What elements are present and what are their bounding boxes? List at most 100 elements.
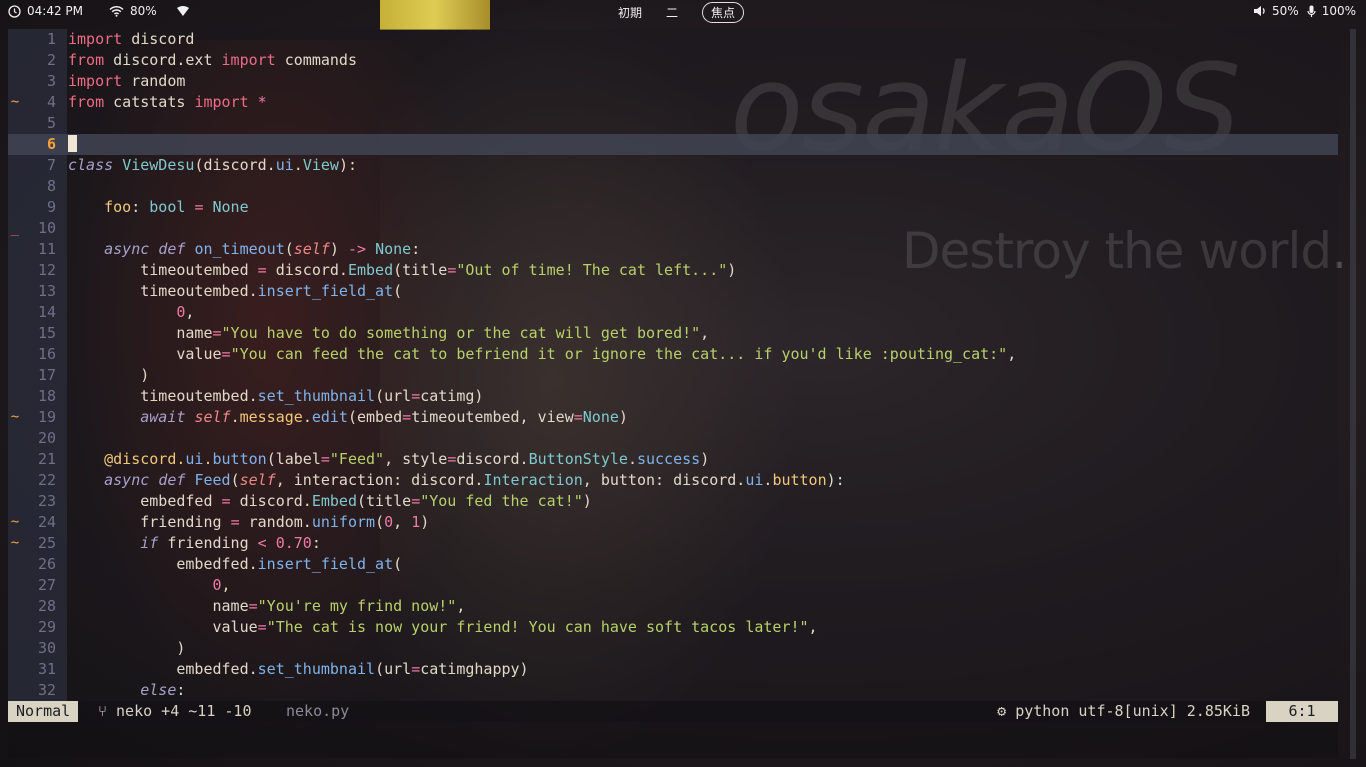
code-token: = xyxy=(257,261,267,279)
code-token: (discord. xyxy=(194,156,276,174)
code-line[interactable]: 30 ) xyxy=(8,638,1338,659)
code-line[interactable]: 20 xyxy=(8,428,1338,449)
code-token: timeoutembed xyxy=(68,261,258,279)
code-line[interactable]: 11 async def on_timeout(self) -> None: xyxy=(8,239,1338,260)
code-token: catimghappy) xyxy=(420,660,529,678)
code-line[interactable]: 13 timeoutembed.insert_field_at( xyxy=(8,281,1338,302)
code-line[interactable]: ~25 if friending < 0.70: xyxy=(8,533,1338,554)
code-line[interactable]: 2 from discord.ext import commands xyxy=(8,50,1338,71)
code-token: ) xyxy=(582,492,592,510)
line-number: 1 xyxy=(46,30,56,48)
code-token: ui xyxy=(745,471,764,489)
code-token: insert_field_at xyxy=(257,555,394,573)
workspace-1[interactable]: 初期 xyxy=(618,4,642,21)
code-line[interactable]: 5 xyxy=(8,113,1338,134)
code-line[interactable]: 21 @discord.ui.button(label="Feed", styl… xyxy=(8,449,1338,470)
code-line[interactable]: _ 10 xyxy=(8,218,1338,239)
code-token: await xyxy=(140,408,186,426)
code-line[interactable]: 32 else: xyxy=(8,680,1338,701)
line-number: 9 xyxy=(46,198,56,216)
code-token: ButtonStyle xyxy=(528,450,628,468)
code-line[interactable]: 12 timeoutembed = discord.Embed(title="O… xyxy=(8,260,1338,281)
line-number: 16 xyxy=(37,345,56,363)
code-line[interactable]: 18 timeoutembed.set_thumbnail(url=catimg… xyxy=(8,386,1338,407)
code-token: "You're my frind now!" xyxy=(257,597,457,615)
code-token: commands xyxy=(275,51,357,69)
code-text: import random xyxy=(68,71,185,92)
code-token: catstats xyxy=(104,93,195,111)
code-token: timeoutembed. xyxy=(68,282,258,300)
file-name: neko.py xyxy=(286,702,350,720)
code-line[interactable]: ~24 friending = random.uniform(0, 1) xyxy=(8,512,1338,533)
mode-indicator: Normal xyxy=(8,701,79,722)
code-token: "You can feed the cat to befriend it or … xyxy=(230,345,1008,363)
code-text: from discord.ext import commands xyxy=(68,50,357,71)
code-line[interactable]: 28 name="You're my frind now!", xyxy=(8,596,1338,617)
code-token: name xyxy=(68,324,213,342)
code-line[interactable]: 29 value="The cat is now your friend! Yo… xyxy=(8,617,1338,638)
file-info: ⚙ python utf-8[unix] 2.85KiB xyxy=(997,701,1250,722)
code-token: name xyxy=(68,597,249,615)
code-token: async xyxy=(104,471,150,489)
python-icon: ⚙ xyxy=(997,702,1016,720)
code-token: -> xyxy=(347,240,367,258)
code-editor[interactable]: 1 import discord 2 from discord.ext import … xyxy=(8,29,1338,701)
code-line[interactable]: 8 xyxy=(8,176,1338,197)
clock-time[interactable]: 04:42 PM xyxy=(27,4,83,18)
command-line[interactable] xyxy=(8,722,1338,758)
code-line[interactable]: 3 import random xyxy=(8,71,1338,92)
code-token: = xyxy=(447,261,457,279)
code-token: None xyxy=(582,408,619,426)
code-token: import xyxy=(194,93,249,111)
code-line[interactable]: 1 import discord xyxy=(8,29,1338,50)
code-token: , xyxy=(185,303,195,321)
code-line[interactable]: 16 value="You can feed the cat to befrie… xyxy=(8,344,1338,365)
code-token: discord xyxy=(122,30,195,48)
git-modified-sign: ~ xyxy=(10,514,20,530)
code-line[interactable]: 26 embedfed.insert_field_at( xyxy=(8,554,1338,575)
code-token: = xyxy=(411,492,421,510)
code-token: ): xyxy=(826,471,845,489)
code-token: message xyxy=(239,408,303,426)
scrollbar[interactable] xyxy=(1350,29,1356,759)
line-number: 8 xyxy=(46,177,56,195)
workspace-3-active[interactable]: 焦点 xyxy=(702,2,745,23)
code-text: timeoutembed = discord.Embed(title="Out … xyxy=(68,260,736,281)
workspace-2[interactable]: 二 xyxy=(666,4,678,21)
code-token: edit xyxy=(311,408,348,426)
code-line[interactable]: 17 ) xyxy=(8,365,1338,386)
code-token: self xyxy=(239,471,276,489)
wifi-strength[interactable]: 80% xyxy=(130,4,157,18)
volume-level[interactable]: 50% xyxy=(1272,4,1299,18)
code-line[interactable]: 9 foo: bool = None xyxy=(8,197,1338,218)
line-number: 19 xyxy=(37,408,56,426)
code-line[interactable]: ~4 from catstats import * xyxy=(8,92,1338,113)
code-text: class ViewDesu(discord.ui.View): xyxy=(68,155,357,176)
code-line[interactable]: 31 embedfed.set_thumbnail(url=catimghapp… xyxy=(8,659,1338,680)
code-line[interactable]: 27 0, xyxy=(8,575,1338,596)
code-line[interactable]: 6 xyxy=(8,134,1338,155)
microphone-level[interactable]: 100% xyxy=(1322,4,1356,18)
code-token: = xyxy=(257,618,267,636)
code-line[interactable]: 15 name="You have to do something or the… xyxy=(8,323,1338,344)
code-token: , xyxy=(1007,345,1017,363)
code-line[interactable]: 14 0, xyxy=(8,302,1338,323)
code-text: from catstats import * xyxy=(68,92,267,113)
code-token: : xyxy=(311,534,321,552)
code-line[interactable]: ~19 await self.message.edit(embed=timeou… xyxy=(8,407,1338,428)
code-token: Interaction xyxy=(483,471,583,489)
code-token: ( xyxy=(375,513,385,531)
code-token: foo xyxy=(104,198,132,216)
code-line[interactable]: 7 class ViewDesu(discord.ui.View): xyxy=(8,155,1338,176)
line-number: 27 xyxy=(37,576,56,594)
code-token: = xyxy=(320,450,330,468)
code-token: = xyxy=(402,408,412,426)
code-line[interactable]: 23 embedfed = discord.Embed(title="You f… xyxy=(8,491,1338,512)
code-text: embedfed.set_thumbnail(url=catimghappy) xyxy=(68,659,529,680)
top-bar-right: 50% 100% xyxy=(1253,4,1356,18)
code-line[interactable]: 22 async def Feed(self, interaction: dis… xyxy=(8,470,1338,491)
code-token: def xyxy=(158,240,186,258)
